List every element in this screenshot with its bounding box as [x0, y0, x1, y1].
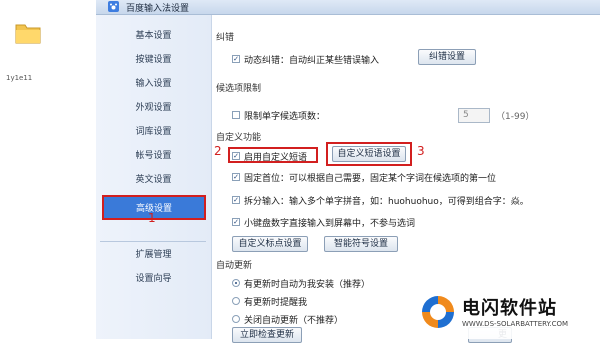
custom-punct-settings-button[interactable]: 自定义标点设置: [232, 236, 308, 252]
fixed-first-checkbox[interactable]: ✓: [232, 173, 240, 181]
section-correction-heading: 纠错: [216, 33, 235, 43]
window-title: 百度输入法设置: [126, 4, 190, 14]
annotation-number-1: 1: [148, 211, 156, 225]
sidebar-item-wizard[interactable]: 设置向导: [96, 269, 211, 289]
correction-settings-button[interactable]: 纠错设置: [418, 49, 476, 65]
sidebar-item-dictionary[interactable]: 词库设置: [96, 122, 211, 142]
disable-update-radio[interactable]: [232, 315, 240, 323]
candidate-limit-range: （1-99）: [496, 112, 535, 122]
watermark-title: 电闪软件站: [462, 298, 557, 319]
highlight-box-custom-phrase: [228, 147, 318, 163]
auto-install-radio[interactable]: [232, 279, 240, 287]
check-update-now-button[interactable]: 立即检查更新: [232, 327, 302, 343]
title-bar: 百度输入法设置: [96, 0, 600, 15]
highlight-box-phrase-settings: [326, 142, 412, 166]
watermark-url: WWW.DS-SOLARBATTERY.COM: [462, 320, 569, 328]
sidebar-item-basic[interactable]: 基本设置: [96, 26, 211, 46]
remind-update-radio[interactable]: [232, 297, 240, 305]
folder-label: 1y1e11: [6, 74, 33, 82]
auto-install-label: 有更新时自动为我安装（推荐）: [244, 280, 371, 290]
section-candidate-heading: 候选项限制: [216, 84, 262, 94]
sidebar-item-keys[interactable]: 按键设置: [96, 50, 211, 70]
sidebar-item-input[interactable]: 输入设置: [96, 74, 211, 94]
baidu-paw-icon: [108, 1, 119, 12]
annotation-number-3: 3: [417, 144, 425, 158]
watermark-logo-icon: [422, 296, 454, 328]
sidebar-item-appearance[interactable]: 外观设置: [96, 98, 211, 118]
settings-sidebar: 基本设置 按键设置 输入设置 外观设置 词库设置 帐号设置 英文设置 高级设置 …: [96, 15, 212, 339]
sidebar-divider: [100, 241, 206, 242]
section-auto-update-heading: 自动更新: [216, 261, 253, 271]
split-input-checkbox[interactable]: ✓: [232, 196, 240, 204]
smart-symbol-settings-button[interactable]: 智能符号设置: [324, 236, 398, 252]
annotation-number-2: 2: [214, 144, 222, 158]
desktop-area: 1y1e11: [0, 0, 96, 339]
candidate-limit-label: 限制单字候选项数：: [244, 112, 326, 122]
split-input-label: 拆分输入：输入多个单字拼音，如：huohuohuo，可得到组合字：焱。: [244, 197, 529, 207]
candidate-limit-input[interactable]: 5: [458, 108, 490, 123]
sidebar-item-account[interactable]: 帐号设置: [96, 146, 211, 166]
sidebar-item-extensions[interactable]: 扩展管理: [96, 245, 211, 265]
fixed-first-label: 固定首位：可以根据自己需要，固定某个字词在候选项的第一位: [244, 174, 497, 184]
site-watermark: 电闪软件站 WWW.DS-SOLARBATTERY.COM: [412, 286, 600, 339]
dynamic-correction-label: 动态纠错：自动纠正某些错误输入: [244, 56, 380, 66]
folder-icon[interactable]: [14, 19, 42, 47]
disable-update-label: 关闭自动更新（不推荐）: [244, 316, 344, 326]
dynamic-correction-checkbox[interactable]: ✓: [232, 55, 240, 63]
sidebar-item-english[interactable]: 英文设置: [96, 170, 211, 190]
numpad-direct-checkbox[interactable]: ✓: [232, 218, 240, 226]
remind-update-label: 有更新时提醒我: [244, 298, 308, 308]
numpad-direct-label: 小键盘数字直接输入到屏幕中，不参与选词: [244, 219, 416, 229]
candidate-limit-checkbox[interactable]: [232, 111, 240, 119]
section-custom-heading: 自定义功能: [216, 133, 262, 143]
